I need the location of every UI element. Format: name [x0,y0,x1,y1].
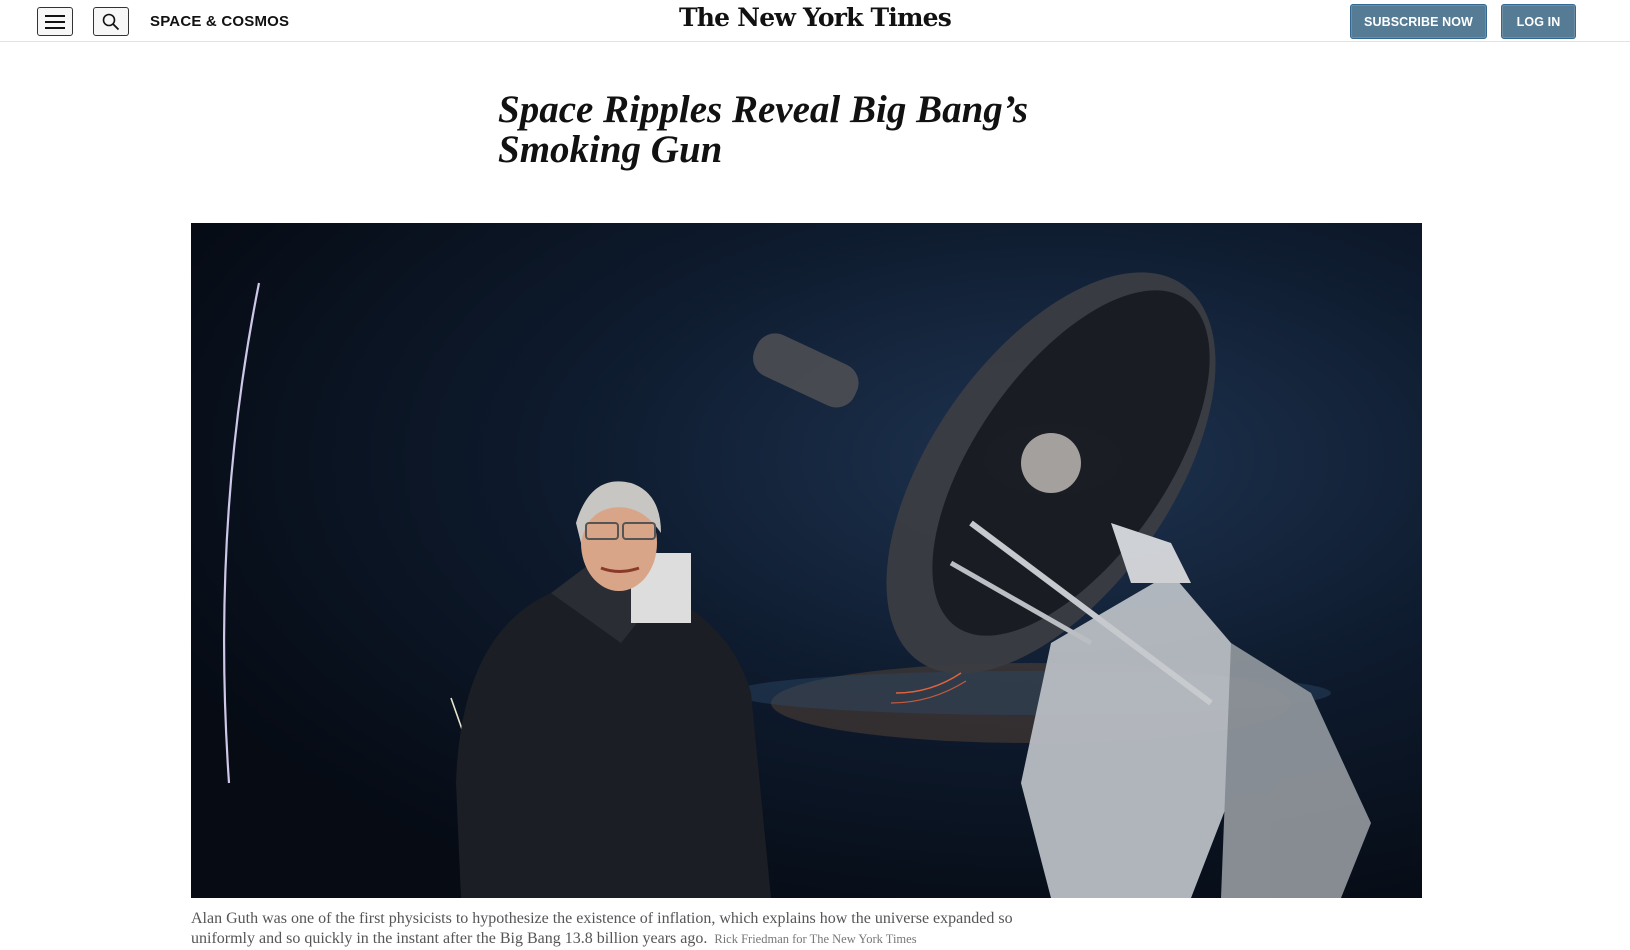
article-headline: Space Ripples Reveal Big Bang’s Smoking … [498,88,1029,171]
hamburger-menu-button[interactable] [37,7,73,36]
hamburger-menu-icon [45,14,65,17]
top-navigation-bar: SPACE & COSMOS The New York Times SUBSCR… [0,0,1630,42]
section-link[interactable]: SPACE & COSMOS [150,13,289,30]
article-photo [191,223,1422,898]
search-button[interactable] [93,7,129,36]
photo-caption: Alan Guth was one of the first physicist… [191,909,1041,949]
subscribe-button[interactable]: SUBSCRIBE NOW [1350,4,1487,39]
photo-credit: Rick Friedman for The New York Times [714,932,917,946]
login-button[interactable]: LOG IN [1501,4,1576,39]
nyt-logo[interactable]: The New York Times [679,3,952,32]
search-icon [102,13,120,30]
